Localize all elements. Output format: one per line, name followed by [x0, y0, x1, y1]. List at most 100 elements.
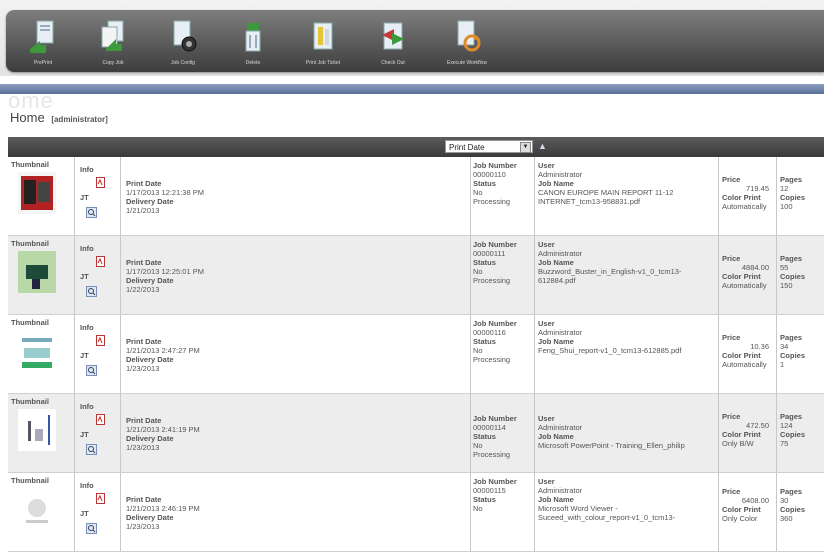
- user-cell: User Administrator Job Name Feng_Shui_re…: [534, 315, 719, 393]
- job-name-value-2: Suceed_with_colour_report-v1_0_tcm13-: [538, 513, 676, 522]
- print-date-label: Print Date: [126, 179, 162, 188]
- date-cell: Print Date 1/21/2013 2:46:19 PM Delivery…: [120, 473, 471, 551]
- pages-cell: Pages 12 Copies 100: [776, 157, 824, 235]
- pages-cell: Pages 34 Copies 1: [776, 315, 824, 393]
- status-value-2: Processing: [473, 355, 511, 364]
- pdf-icon[interactable]: [96, 256, 105, 267]
- preprint-label: PrePrint: [33, 60, 53, 66]
- table-row[interactable]: Thumbnail Info JT Print Date 1/17/2013 1…: [8, 157, 824, 236]
- print-job-ticket-button[interactable]: Print Job Ticket: [292, 10, 354, 72]
- print-date-value: 1/21/2013 2:47:27 PM: [126, 346, 200, 355]
- user-value: Administrator: [538, 170, 583, 179]
- info-label: Info: [80, 481, 94, 490]
- job-config-button[interactable]: Job Config: [152, 10, 214, 72]
- preview-icon[interactable]: [86, 286, 97, 297]
- user-label: User: [538, 319, 555, 328]
- pdf-icon[interactable]: [96, 335, 105, 346]
- print-date-value: 1/17/2013 12:21:38 PM: [126, 188, 204, 197]
- preview-icon[interactable]: [86, 365, 97, 376]
- preview-icon[interactable]: [86, 207, 97, 218]
- job-name-value-2: INTERNET_tcm13-958831.pdf: [538, 197, 641, 206]
- sort-ascending-icon[interactable]: ▲: [538, 141, 547, 151]
- delivery-date-value: 1/23/2013: [126, 364, 160, 373]
- job-cell: Job Number 00000111 Status No Processing: [470, 236, 535, 314]
- print-job-ticket-label: Print Job Ticket: [305, 60, 341, 66]
- date-cell: Print Date 1/17/2013 12:25:01 PM Deliver…: [120, 236, 471, 314]
- thumbnail-label: Thumbnail: [11, 397, 49, 406]
- price-cell: Price 719.45 Color Print Automatically: [718, 157, 777, 235]
- pdf-icon[interactable]: [96, 414, 105, 425]
- job-number-label: Job Number: [473, 414, 517, 423]
- toolbar: PrePrint Copy Job Job Config Delete Prin…: [0, 0, 824, 76]
- user-value: Administrator: [538, 328, 583, 337]
- toolbar-strip: PrePrint Copy Job Job Config Delete Prin…: [6, 10, 824, 72]
- thumbnail-image[interactable]: [18, 251, 56, 293]
- job-name-value: Feng_Shui_report-v1_0_tcm13-612885.pdf: [538, 346, 682, 355]
- status-value: No: [473, 267, 483, 276]
- price-label: Price: [722, 254, 741, 263]
- table-row[interactable]: Thumbnail Info JT Print Date 1/17/2013 1…: [8, 236, 824, 315]
- check-out-label: Check Out: [381, 60, 405, 66]
- chevron-down-icon[interactable]: ▼: [520, 142, 531, 153]
- execute-workflow-icon: [457, 20, 481, 52]
- delivery-date-value: 1/22/2013: [126, 285, 160, 294]
- thumbnail-image[interactable]: [18, 330, 56, 372]
- job-number-value: 00000114: [473, 423, 506, 432]
- thumbnail-cell: Thumbnail: [8, 473, 75, 551]
- delivery-date-label: Delivery Date: [126, 197, 174, 206]
- color-print-value: Only Color: [722, 514, 758, 523]
- user-value: Administrator: [538, 249, 583, 258]
- status-value: No: [473, 188, 483, 197]
- pdf-icon[interactable]: [96, 493, 105, 504]
- status-label: Status: [473, 432, 496, 441]
- color-print-label: Color Print: [722, 351, 761, 360]
- user-cell: User Administrator Job Name Microsoft Po…: [534, 394, 719, 472]
- status-value: No: [473, 504, 483, 513]
- thumbnail-cell: Thumbnail: [8, 394, 75, 472]
- table-row[interactable]: Thumbnail Info JT Print Date 1/21/2013 2…: [8, 315, 824, 394]
- pdf-icon[interactable]: [96, 177, 105, 188]
- execute-workflow-button[interactable]: Execute Workflow: [436, 10, 498, 72]
- job-number-label: Job Number: [473, 477, 517, 486]
- breadcrumb: Home [administrator]: [10, 110, 108, 125]
- thumbnail-image[interactable]: [18, 172, 56, 214]
- copy-job-button[interactable]: Copy Job: [82, 10, 144, 72]
- print-date-value: 1/21/2013 2:46:19 PM: [126, 504, 200, 513]
- status-label: Status: [473, 337, 496, 346]
- table-row[interactable]: Thumbnail Info JT Print Date 1/21/2013 2…: [8, 394, 824, 473]
- price-cell: Price 10.36 Color Print Automatically: [718, 315, 777, 393]
- date-cell: Print Date 1/17/2013 12:21:38 PM Deliver…: [120, 157, 471, 235]
- job-name-label: Job Name: [538, 432, 574, 441]
- sort-select-value: Print Date: [449, 143, 485, 152]
- delete-icon: [245, 23, 261, 52]
- job-config-icon: [173, 20, 197, 52]
- user-value: Administrator: [538, 423, 583, 432]
- info-cell: Info JT: [74, 157, 121, 235]
- check-out-button[interactable]: Check Out: [362, 10, 424, 72]
- thumbnail-image[interactable]: [18, 409, 56, 451]
- pages-label: Pages: [780, 487, 803, 496]
- preview-icon[interactable]: [86, 523, 97, 534]
- preview-icon[interactable]: [86, 444, 97, 455]
- user-cell: User Administrator Job Name CANON EUROPE…: [534, 157, 719, 235]
- ghost-page-title: ome: [8, 88, 54, 113]
- home-link[interactable]: Home: [10, 110, 45, 125]
- status-value-2: Processing: [473, 197, 511, 206]
- delete-label: Delete: [245, 60, 261, 66]
- delivery-date-label: Delivery Date: [126, 355, 174, 364]
- thumbnail-image[interactable]: [18, 488, 56, 530]
- job-name-value: Buzzword_Buster_in_English-v1_0_tcm13-: [538, 267, 682, 276]
- pages-value: 12: [780, 184, 789, 193]
- print-date-value: 1/17/2013 12:25:01 PM: [126, 267, 204, 276]
- delete-button[interactable]: Delete: [222, 10, 284, 72]
- job-name-label: Job Name: [538, 179, 574, 188]
- date-cell: Print Date 1/21/2013 2:41:19 PM Delivery…: [120, 394, 471, 472]
- table-row[interactable]: Thumbnail Info JT Print Date 1/21/2013 2…: [8, 473, 824, 552]
- preprint-button[interactable]: PrePrint: [12, 10, 74, 72]
- color-print-value: Automatically: [722, 281, 767, 290]
- delivery-date-label: Delivery Date: [126, 276, 174, 285]
- info-cell: Info JT: [74, 315, 121, 393]
- sort-select[interactable]: Print Date ▼: [445, 140, 533, 153]
- color-print-value: Only B/W: [722, 439, 754, 448]
- status-label: Status: [473, 179, 496, 188]
